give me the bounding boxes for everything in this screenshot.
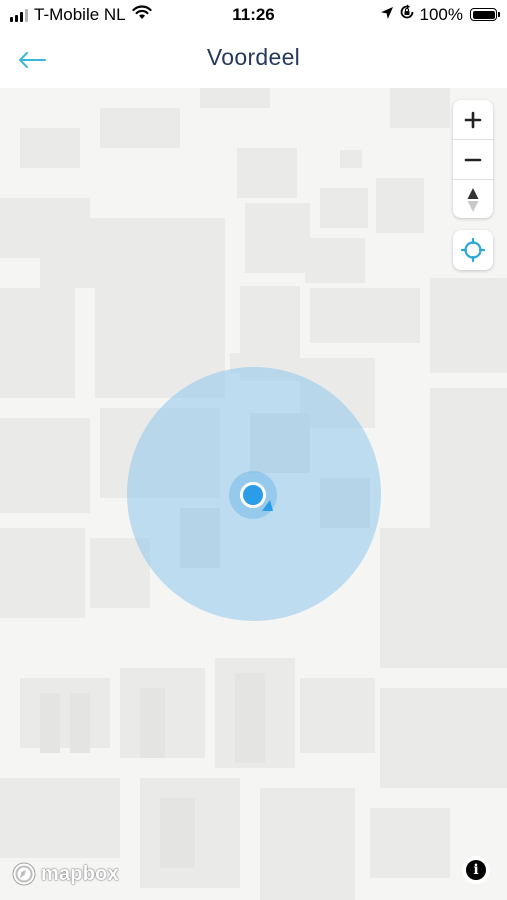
status-bar: T-Mobile NL 11:26 100%	[0, 0, 507, 32]
crosshair-icon	[460, 237, 486, 263]
minus-icon	[464, 158, 482, 161]
attribution-info-button[interactable]: i	[462, 856, 490, 884]
page-title: Voordeel	[206, 44, 301, 70]
zoom-control-group	[453, 100, 493, 218]
mapbox-logo[interactable]: mapbox	[11, 861, 119, 887]
location-arrow-icon	[380, 5, 394, 25]
battery-fill	[472, 10, 495, 19]
mapbox-mark-icon	[12, 862, 36, 886]
compass-icon	[467, 187, 479, 212]
user-location-dot	[240, 482, 266, 508]
plus-icon	[464, 111, 482, 128]
battery-icon	[470, 8, 500, 21]
locate-me-button[interactable]	[453, 230, 493, 270]
orientation-lock-icon	[399, 4, 415, 25]
app-screen: T-Mobile NL 11:26 100% Voordeel mapbox i	[0, 0, 507, 900]
info-icon: i	[466, 860, 486, 880]
battery-label: 100%	[419, 4, 463, 24]
zoom-out-button[interactable]	[453, 140, 493, 179]
map-view[interactable]: mapbox i	[0, 88, 507, 900]
compass-button[interactable]	[453, 180, 493, 219]
status-right: 100%	[380, 4, 500, 25]
mapbox-wordmark: mapbox	[41, 862, 119, 885]
zoom-in-button[interactable]	[453, 100, 493, 139]
nav-header: Voordeel	[0, 32, 507, 88]
